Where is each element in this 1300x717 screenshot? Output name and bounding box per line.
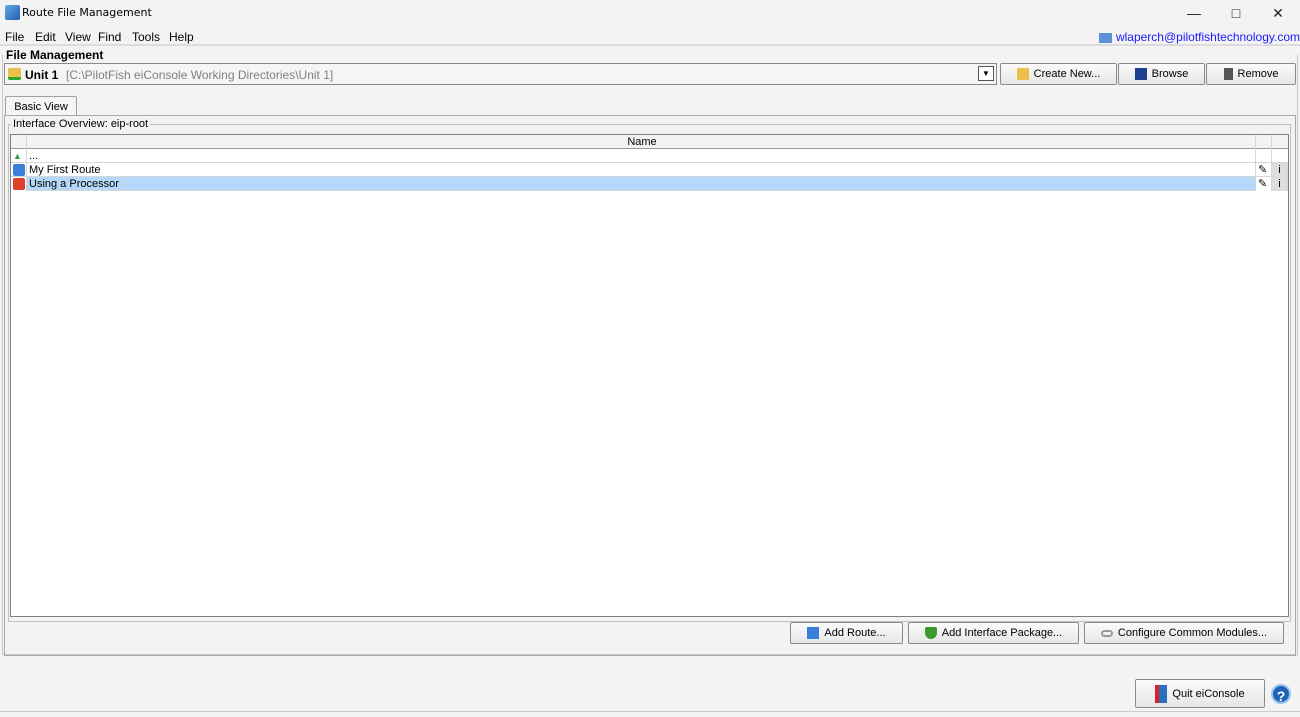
status-bar xyxy=(0,711,1300,717)
browse-label: Browse xyxy=(1151,68,1189,80)
create-new-button[interactable]: Create New... xyxy=(1000,63,1117,85)
table-row[interactable]: My First Route ✎ i xyxy=(11,163,1288,177)
add-route-button[interactable]: Add Route... xyxy=(790,622,903,644)
info-icon[interactable]: i xyxy=(1272,177,1288,191)
remove-button[interactable]: Remove xyxy=(1206,63,1296,85)
unit-selector[interactable]: Unit 1 [C:\PilotFish eiConsole Working D… xyxy=(4,63,997,85)
col-info-header[interactable] xyxy=(1272,135,1288,149)
quit-label: Quit eiConsole xyxy=(1172,687,1245,700)
menu-help[interactable]: Help xyxy=(169,30,194,44)
quit-button[interactable]: Quit eiConsole xyxy=(1135,679,1265,708)
table-row[interactable]: ▲ ... xyxy=(11,149,1288,163)
exit-door-icon xyxy=(1155,684,1168,703)
chevron-down-icon[interactable]: ▼ xyxy=(978,66,994,81)
app-icon xyxy=(5,5,20,20)
empty-cell xyxy=(1256,149,1272,163)
table-row-selected[interactable]: Using a Processor ✎ i xyxy=(11,177,1288,191)
add-interface-package-button[interactable]: Add Interface Package... xyxy=(908,622,1079,644)
close-button[interactable]: ✕ xyxy=(1256,0,1300,26)
minimize-button[interactable]: — xyxy=(1172,0,1216,26)
unit-name: Unit 1 xyxy=(25,68,59,82)
col-edit-header[interactable] xyxy=(1256,135,1272,149)
table-header: Name xyxy=(11,135,1288,149)
user-card-icon xyxy=(1098,32,1112,43)
shield-icon xyxy=(924,627,937,639)
col-name-header[interactable]: Name xyxy=(27,135,1256,149)
menu-find[interactable]: Find xyxy=(98,30,121,44)
menu-edit[interactable]: Edit xyxy=(35,30,56,44)
browse-button[interactable]: Browse xyxy=(1118,63,1205,85)
col-icon-header[interactable] xyxy=(11,135,27,149)
tab-basic-view[interactable]: Basic View xyxy=(5,96,77,116)
red-puzzle-icon xyxy=(11,177,27,191)
unit-path: [C:\PilotFish eiConsole Working Director… xyxy=(66,68,334,82)
trash-icon xyxy=(1223,68,1233,80)
puzzle-add-icon xyxy=(807,627,820,639)
user-info[interactable]: wlaperch@pilotfishtechnology.com xyxy=(1098,30,1300,44)
help-icon[interactable]: ? xyxy=(1271,684,1291,704)
row-name: Using a Processor xyxy=(27,177,1256,191)
menu-file[interactable]: File xyxy=(5,30,24,44)
edit-icon[interactable]: ✎ xyxy=(1256,177,1272,191)
browse-icon xyxy=(1134,68,1147,80)
up-arrow-icon: ▲ xyxy=(11,149,27,163)
menu-view[interactable]: View xyxy=(65,30,91,44)
blue-puzzle-icon xyxy=(11,163,27,177)
configure-label: Configure Common Modules... xyxy=(1117,627,1268,639)
folder-check-icon xyxy=(8,68,21,80)
user-email: wlaperch@pilotfishtechnology.com xyxy=(1115,30,1300,44)
folder-add-icon xyxy=(1016,68,1029,80)
menu-tools[interactable]: Tools xyxy=(132,30,160,44)
configure-common-modules-button[interactable]: Configure Common Modules... xyxy=(1084,622,1284,644)
overview-title: Interface Overview: eip-root xyxy=(11,118,151,130)
title-bar: Route File Management — □ ✕ xyxy=(0,0,1300,26)
row-name: ... xyxy=(27,149,1256,163)
create-new-label: Create New... xyxy=(1033,68,1101,80)
window-title: Route File Management xyxy=(22,6,152,19)
add-package-label: Add Interface Package... xyxy=(941,627,1063,639)
remove-label: Remove xyxy=(1237,68,1279,80)
add-route-label: Add Route... xyxy=(824,627,886,639)
menu-bar: File Edit View Find Tools Help wlaperch@… xyxy=(0,27,1300,46)
link-icon xyxy=(1100,629,1113,637)
row-name: My First Route xyxy=(27,163,1256,177)
edit-icon[interactable]: ✎ xyxy=(1256,163,1272,177)
maximize-button[interactable]: □ xyxy=(1214,0,1258,26)
info-icon[interactable]: i xyxy=(1272,163,1288,177)
route-table: Name ▲ ... My First Route ✎ i Using a Pr… xyxy=(10,134,1289,617)
